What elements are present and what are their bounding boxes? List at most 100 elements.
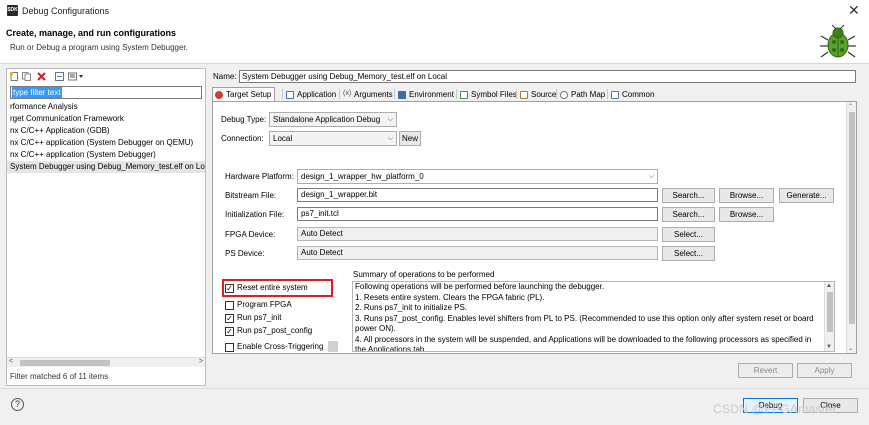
panel-scrollbar[interactable]: ⌃ ⌄ — [846, 102, 856, 353]
options-scroll-thumb[interactable] — [328, 341, 338, 352]
help-icon[interactable]: ? — [11, 398, 24, 411]
checkbox-checked-icon: ✓ — [225, 314, 234, 323]
tab-symbol-files[interactable]: Symbol Files — [457, 87, 518, 101]
ps-device-field: Auto Detect — [297, 246, 658, 260]
new-config-icon[interactable] — [10, 72, 19, 81]
tab-common[interactable]: Common — [608, 87, 655, 101]
summary-line: Following operations will be performed b… — [355, 282, 605, 291]
run-ps7-post-config-checkbox[interactable]: ✓ Run ps7_post_config — [225, 326, 312, 337]
debug-bug-icon — [820, 24, 856, 58]
init-browse-button[interactable]: Browse... — [719, 207, 774, 222]
duplicate-config-icon[interactable] — [22, 72, 31, 81]
apply-button[interactable]: Apply — [797, 363, 852, 378]
window-title: Debug Configurations — [22, 6, 110, 16]
summary-scrollbar[interactable]: ▲ ▼ — [824, 282, 834, 351]
summary-scroll-thumb[interactable] — [827, 292, 833, 332]
configuration-tree-pane: type filter text rformance Analysis rget… — [6, 68, 206, 386]
tab-arguments[interactable]: (x) Arguments — [340, 87, 394, 101]
tab-target-setup[interactable]: Target Setup — [212, 87, 276, 102]
fpga-device-field: Auto Detect — [297, 227, 658, 241]
checkbox-checked-icon: ✓ — [225, 327, 234, 336]
tab-application[interactable]: Application — [283, 87, 337, 101]
filter-menu-icon[interactable] — [68, 72, 84, 81]
source-icon — [520, 91, 528, 99]
app-icon: SDK — [7, 5, 18, 16]
bitstream-field[interactable]: design_1_wrapper.bit — [297, 188, 658, 202]
scroll-down-icon[interactable]: ▼ — [826, 344, 832, 350]
scroll-up-icon[interactable]: ⌃ — [848, 103, 853, 110]
summary-text-area: Following operations will be performed b… — [352, 281, 835, 352]
name-label: Name: — [213, 72, 237, 81]
tree-item-performance-analysis[interactable]: rformance Analysis — [7, 101, 205, 113]
checkbox-unchecked-icon — [225, 301, 234, 310]
common-icon — [611, 91, 619, 99]
tree-item-xilinx-cpp-application-system-debugger[interactable]: nx C/C++ application (System Debugger) — [7, 149, 205, 161]
scroll-up-icon[interactable]: ▲ — [826, 283, 832, 289]
scroll-thumb[interactable] — [20, 360, 110, 366]
bitstream-generate-button[interactable]: Generate... — [779, 188, 834, 203]
chevron-down-icon: ⌵ — [648, 173, 654, 180]
application-icon — [286, 91, 294, 99]
summary-line: 4. All processors in the system will be … — [355, 334, 812, 352]
scroll-right-icon[interactable]: > — [199, 358, 203, 365]
run-ps7-init-checkbox[interactable]: ✓ Run ps7_init — [225, 313, 281, 324]
title-bar: SDK Debug Configurations ✕ — [0, 0, 869, 22]
chevron-down-icon: ⌵ — [387, 116, 393, 123]
close-window-icon[interactable]: ✕ — [848, 3, 860, 17]
name-input[interactable]: System Debugger using Debug_Memory_test.… — [239, 70, 856, 83]
connection-label: Connection: — [221, 134, 264, 143]
revert-button[interactable]: Revert — [738, 363, 793, 378]
init-search-button[interactable]: Search... — [662, 207, 715, 222]
ps-select-button[interactable]: Select... — [662, 246, 715, 261]
symbol-files-icon — [460, 91, 468, 99]
initialization-file-field[interactable]: ps7_init.tcl — [297, 207, 658, 221]
hardware-platform-label: Hardware Platform: — [225, 172, 294, 181]
arguments-icon: (x) — [343, 90, 352, 97]
enable-cross-triggering-checkbox[interactable]: Enable Cross-Triggering — [225, 342, 323, 352]
bitstream-label: Bitstream File: — [225, 191, 277, 200]
summary-line: 1. Resets entire system. Clears the FPGA… — [355, 292, 545, 302]
scroll-left-icon[interactable]: < — [9, 358, 13, 365]
fpga-device-label: FPGA Device: — [225, 230, 276, 239]
filter-input[interactable]: type filter text — [10, 86, 202, 99]
environment-icon — [398, 91, 406, 99]
connection-select[interactable]: Local ⌵ — [269, 131, 397, 146]
program-fpga-checkbox[interactable]: Program FPGA — [225, 300, 292, 311]
checkbox-checked-icon: ✓ — [225, 284, 234, 293]
filter-status: Filter matched 6 of 11 items — [10, 372, 109, 381]
tab-path-map[interactable]: Path Map — [557, 87, 606, 101]
target-setup-panel: Debug Type: Standalone Application Debug… — [212, 101, 857, 354]
debug-type-label: Debug Type: — [221, 115, 267, 124]
dialog-subheading: Run or Debug a program using System Debu… — [10, 43, 188, 52]
panel-scroll-thumb[interactable] — [849, 112, 855, 324]
bitstream-browse-button[interactable]: Browse... — [719, 188, 774, 203]
configuration-tree: rformance Analysis rget Communication Fr… — [7, 101, 205, 173]
tree-item-system-debugger-debug-memory-test[interactable]: System Debugger using Debug_Memory_test.… — [7, 161, 205, 173]
hardware-platform-select[interactable]: design_1_wrapper_hw_platform_0 ⌵ — [297, 169, 658, 184]
fpga-select-button[interactable]: Select... — [662, 227, 715, 242]
watermark: CSDN @FPGAmaster — [713, 402, 837, 416]
dialog-header: Create, manage, and run configurations R… — [0, 22, 869, 64]
tab-source[interactable]: Source — [517, 87, 557, 101]
initialization-file-label: Initialization File: — [225, 210, 285, 219]
tree-horizontal-scrollbar[interactable]: < > — [7, 357, 205, 367]
summary-heading: Summary of operations to be performed — [353, 270, 495, 279]
tab-environment[interactable]: Environment — [395, 87, 455, 101]
chevron-down-icon: ⌵ — [387, 135, 393, 142]
summary-line: 2. Runs ps7_init to initialize PS. — [355, 303, 468, 312]
bitstream-search-button[interactable]: Search... — [662, 188, 715, 203]
dialog-heading: Create, manage, and run configurations — [6, 28, 177, 38]
scroll-down-icon[interactable]: ⌄ — [848, 345, 853, 352]
delete-config-icon[interactable] — [37, 72, 46, 81]
path-map-icon — [560, 91, 568, 99]
ps-device-label: PS Device: — [225, 249, 265, 258]
debug-type-select[interactable]: Standalone Application Debug ⌵ — [269, 112, 397, 127]
reset-entire-system-checkbox[interactable]: ✓ Reset entire system — [225, 283, 308, 294]
checkbox-unchecked-icon — [225, 343, 234, 352]
tree-item-target-communication-framework[interactable]: rget Communication Framework — [7, 113, 205, 125]
target-icon — [215, 91, 223, 99]
tree-item-xilinx-cpp-application-qemu[interactable]: nx C/C++ application (System Debugger on… — [7, 137, 205, 149]
new-connection-button[interactable]: New — [399, 131, 421, 146]
collapse-all-icon[interactable] — [55, 72, 64, 81]
tree-item-xilinx-cpp-application-gdb[interactable]: nx C/C++ Application (GDB) — [7, 125, 205, 137]
